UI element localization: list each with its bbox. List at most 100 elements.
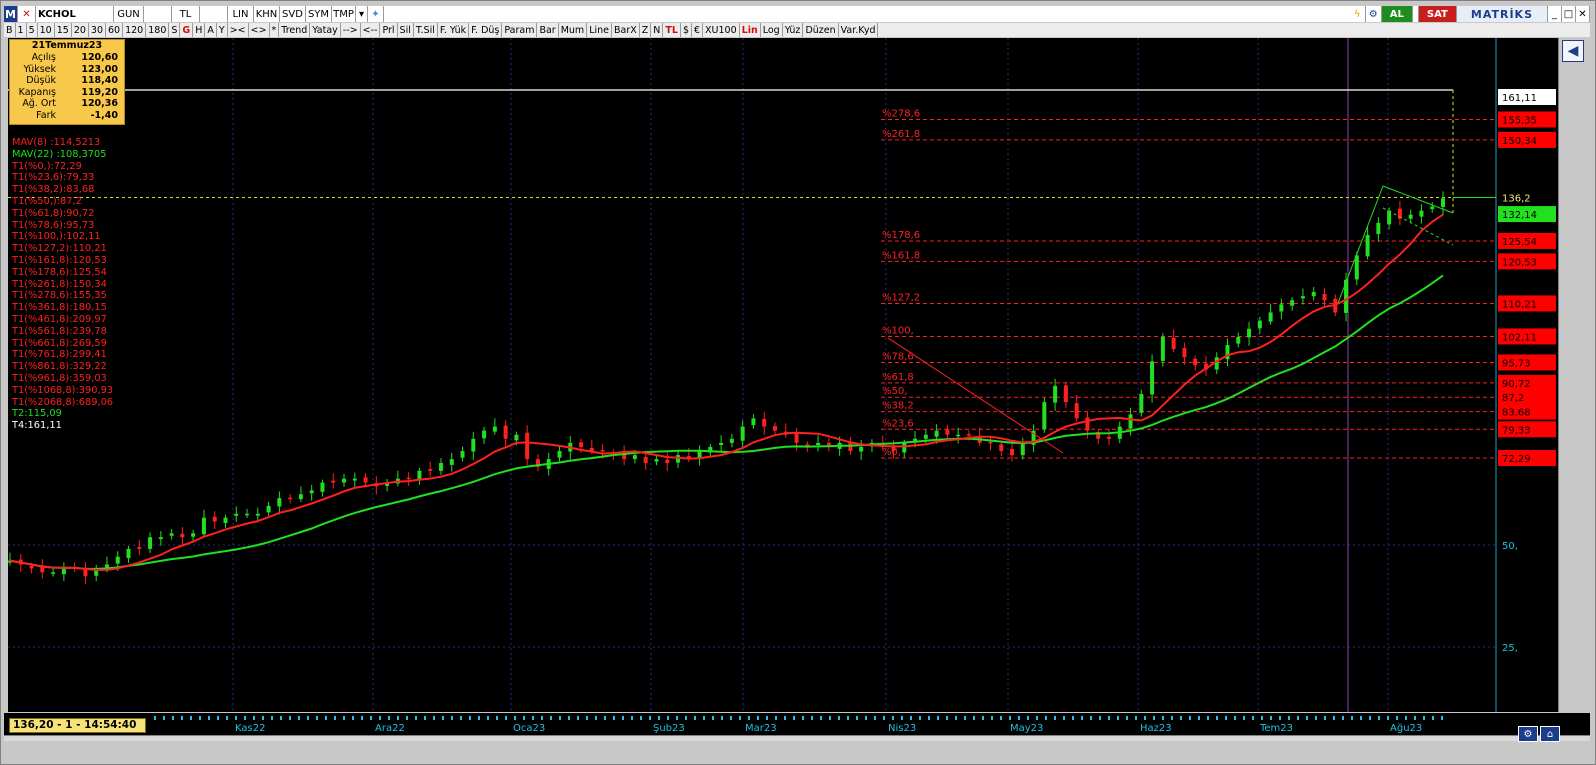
fib-label: %127,2 <box>882 292 920 303</box>
toolbar-item[interactable]: € <box>692 23 704 37</box>
chart-area[interactable]: %0, 72,29 %23,6 79,33 %38,2 83,68 %50, 87,2 %61,… <box>8 38 1558 712</box>
toolbar-item[interactable]: Bar <box>537 23 559 37</box>
horizontal-scrollbar[interactable] <box>4 735 1590 741</box>
toolbar-item[interactable]: $ <box>681 23 692 37</box>
info-row: Ağ. Ort 120,36 <box>10 98 124 110</box>
collapse-arrow-icon[interactable]: ◀ <box>1562 40 1584 62</box>
toolbar-item[interactable]: B <box>4 23 16 37</box>
legend-line: T2:115,09 <box>12 408 62 420</box>
time-tick <box>1315 716 1317 720</box>
candlestick-chart[interactable]: %0,72,29%23,679,33%38,283,68%50,87,2%61,… <box>8 38 1558 712</box>
toolbar-item[interactable]: 30 <box>89 23 106 37</box>
indicator-legend: MAV(8) :114,5213 MAV(22) :108,3705 T1(%0,)… <box>12 137 113 432</box>
toolbar-item[interactable]: Mum <box>559 23 588 37</box>
toolbar-item[interactable]: TL <box>663 23 681 37</box>
home-icon[interactable]: ⌂ <box>1540 726 1560 742</box>
toolbar-item[interactable]: T.Sil <box>414 23 438 37</box>
toolbar-item[interactable]: G <box>180 23 194 37</box>
toolbar-item[interactable]: F. Yük <box>438 23 470 37</box>
toolbar-item[interactable]: XU100 <box>703 23 740 37</box>
chart-settings-icon[interactable]: ⚙ <box>1518 726 1538 742</box>
toolbar-item[interactable]: >< <box>228 23 249 37</box>
toolbar-item[interactable]: Z <box>640 23 652 37</box>
candle-body <box>438 463 443 471</box>
time-tick <box>820 716 822 720</box>
candle-body <box>277 498 282 507</box>
x-tick-label: Haz23 <box>1140 723 1172 734</box>
candle-body <box>1106 436 1111 439</box>
toolbar-item[interactable]: Sil <box>398 23 414 37</box>
fib-label: %161,8 <box>882 250 920 261</box>
toolbar-item[interactable]: <-- <box>361 23 381 37</box>
currency-select[interactable]: TL <box>172 6 200 22</box>
time-tick <box>910 716 912 720</box>
toolbar-item[interactable]: Y <box>217 23 228 37</box>
candle-body <box>1430 206 1435 210</box>
fib-price-label: 102,11 <box>1502 332 1537 343</box>
candle-body <box>288 497 293 500</box>
toolbar-item[interactable]: H <box>193 23 206 37</box>
info-key: Yüksek <box>23 63 56 75</box>
toolbar-item[interactable]: Var.Kyd <box>839 23 879 37</box>
toolbar-item[interactable]: 20 <box>72 23 89 37</box>
symbol-field[interactable]: KCHOL <box>36 6 114 22</box>
toolbar-item[interactable]: Lin <box>740 23 761 37</box>
toolbar-item[interactable]: Param <box>502 23 538 37</box>
time-tick <box>559 716 561 720</box>
legend-line: T1(%178,6):125,54 <box>12 266 107 278</box>
settings-icon[interactable]: ⚙ <box>1366 6 1382 22</box>
fib-label: %78,6 <box>882 351 914 362</box>
time-tick <box>973 716 975 720</box>
scale-select[interactable]: LIN <box>228 6 254 22</box>
toolbar-item[interactable]: A <box>205 23 217 37</box>
toolbar-item[interactable]: 15 <box>55 23 72 37</box>
tmp-dropdown-icon[interactable]: ▾ <box>356 6 368 22</box>
toolbar-item[interactable]: 1 <box>16 23 27 37</box>
toolbar-item[interactable]: <> <box>249 23 270 37</box>
toolbar-item[interactable]: 10 <box>38 23 55 37</box>
candle-body <box>1300 296 1305 299</box>
twitter-icon[interactable]: ✦ <box>368 6 384 22</box>
period-select[interactable]: GUN <box>114 6 144 22</box>
khn-button[interactable]: KHN <box>254 6 280 22</box>
time-tick <box>226 716 228 720</box>
close-symbol-icon[interactable]: ✕ <box>18 6 36 22</box>
toolbar-item[interactable]: 120 <box>123 23 147 37</box>
sell-button[interactable]: SAT <box>1418 6 1457 22</box>
toolbar-item[interactable]: 60 <box>106 23 124 37</box>
toolbar-item[interactable]: Log <box>761 23 783 37</box>
toolbar-item[interactable]: BarX <box>612 23 640 37</box>
toolbar-item[interactable]: Prl <box>380 23 398 37</box>
toolbar-item[interactable]: * <box>270 23 280 37</box>
time-tick <box>496 716 498 720</box>
toolbar-item[interactable]: Yatay <box>310 23 341 37</box>
sym-button[interactable]: SYM <box>306 6 332 22</box>
toolbar-item[interactable]: N <box>651 23 664 37</box>
candle-body <box>212 516 217 522</box>
close-icon[interactable]: ✕ <box>1576 6 1590 22</box>
toolbar-item[interactable]: S <box>169 23 181 37</box>
toolbar-item[interactable]: Yüz <box>783 23 804 37</box>
toolbar-item[interactable]: Düzen <box>803 23 839 37</box>
toolbar-item[interactable]: 180 <box>146 23 170 37</box>
toolbar-item[interactable]: Trend <box>279 23 311 37</box>
maximize-icon[interactable]: □ <box>1562 6 1576 22</box>
toolbar-item[interactable]: F. Düş <box>469 23 503 37</box>
legend-line: T1(%661,8):269,59 <box>12 337 107 349</box>
time-tick <box>766 716 768 720</box>
lightning-icon[interactable]: ϟ <box>1350 6 1366 22</box>
candle-body <box>1279 304 1284 312</box>
svd-button[interactable]: SVD <box>280 6 306 22</box>
buy-button[interactable]: AL <box>1381 6 1413 22</box>
time-tick <box>613 716 615 720</box>
candle-body <box>180 533 185 538</box>
candle-body <box>1387 210 1392 225</box>
toolbar-item[interactable]: Line <box>587 23 613 37</box>
candle-body <box>1128 414 1133 429</box>
toolbar-item[interactable]: --> <box>341 23 361 37</box>
time-tick <box>622 716 624 720</box>
minimize-icon[interactable]: _ <box>1548 6 1562 22</box>
time-tick <box>1279 716 1281 720</box>
toolbar-item[interactable]: 5 <box>27 23 38 37</box>
tmp-button[interactable]: TMP <box>332 6 356 22</box>
